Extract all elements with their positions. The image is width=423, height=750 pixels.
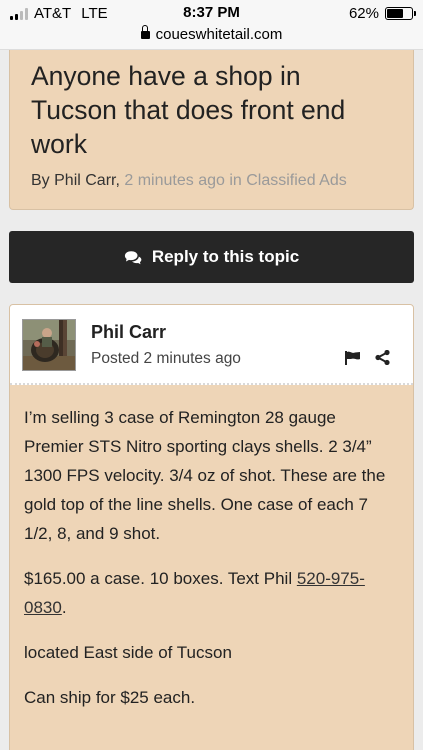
page-title: Anyone have a shop in Tucson that does f… (31, 61, 346, 159)
reply-button-label: Reply to this topic (151, 247, 300, 266)
battery-fill (387, 9, 404, 18)
price-text-end: . (61, 598, 67, 617)
topic-header: Anyone have a shop in Tucson that does f… (9, 50, 414, 210)
post-paragraph: located East side of Tucson (24, 643, 232, 662)
avatar-photo (23, 320, 75, 370)
battery-percent: 62% (348, 5, 379, 22)
post-paragraph: Can ship for $25 each. (24, 688, 196, 707)
post-header: Phil Carr Posted 2 minutes ago (10, 305, 413, 385)
status-bar: AT&T LTE 8:37 PM 62% (0, 0, 423, 28)
reply-to-topic-button[interactable]: Reply to this topic (9, 231, 414, 283)
status-right: 62% (348, 5, 416, 22)
post-paragraph: I’m selling 3 case of Remington 28 gauge… (24, 408, 386, 543)
post-timestamp: Posted 2 minutes ago (91, 350, 241, 367)
share-icon[interactable] (375, 350, 390, 365)
post-content: I’m selling 3 case of Remington 28 gauge… (10, 385, 413, 712)
post-author[interactable]: Phil Carr (91, 322, 166, 343)
post-paragraph: $165.00 a case. 10 boxes. Text Phil 520-… (24, 564, 393, 622)
url-text: coueswhitetail.com (155, 26, 283, 43)
battery-icon (385, 7, 416, 20)
post: Phil Carr Posted 2 minutes ago I’m selli… (9, 304, 414, 750)
byline-meta: 2 minutes ago in Classified Ads (124, 172, 347, 189)
chat-bubbles-icon (124, 250, 142, 264)
flag-icon[interactable] (345, 351, 360, 365)
lock-icon (140, 25, 150, 39)
avatar[interactable] (22, 319, 76, 371)
price-text: $165.00 a case. 10 boxes. Text Phil (24, 569, 297, 588)
address-bar[interactable]: coueswhitetail.com (0, 25, 423, 50)
byline-author[interactable]: By Phil Carr, (31, 172, 120, 189)
topic-byline: By Phil Carr, 2 minutes ago in Classifie… (31, 172, 393, 190)
